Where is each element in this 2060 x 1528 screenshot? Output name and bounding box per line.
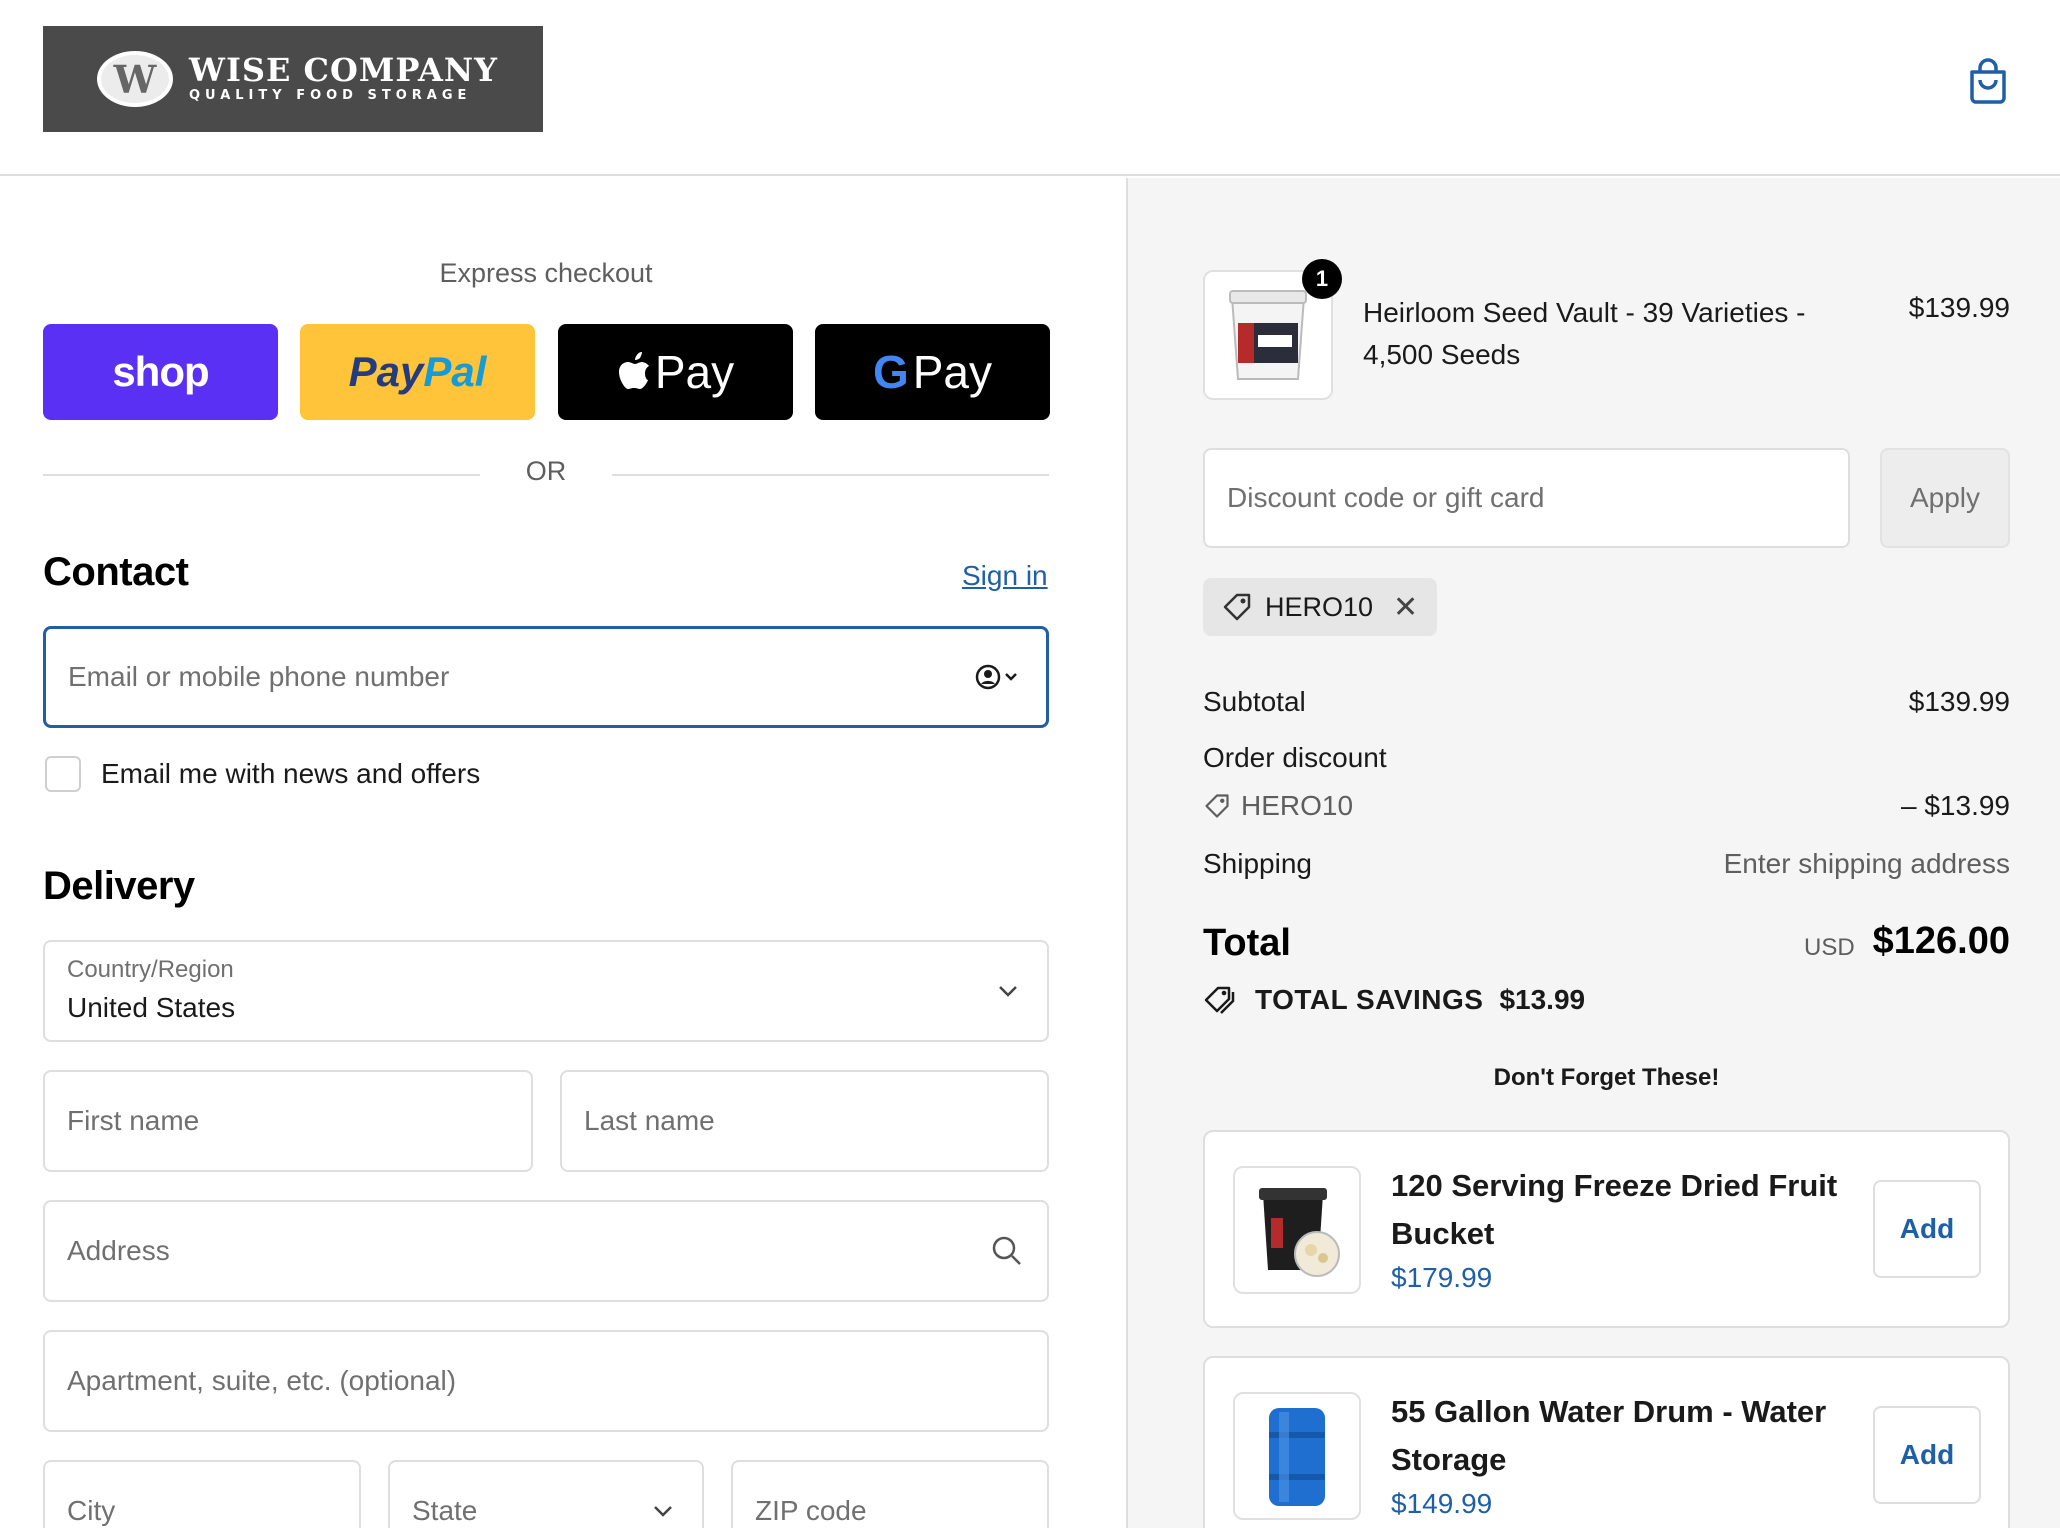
sign-in-link[interactable]: Sign in — [962, 560, 1048, 592]
google-pay-button[interactable]: G Pay — [815, 324, 1050, 420]
upsell-card: 120 Serving Freeze Dried Fruit Bucket $1… — [1203, 1130, 2010, 1328]
upsell-price: $149.99 — [1391, 1488, 1493, 1519]
discount-code-input[interactable]: Discount code or gift card — [1203, 448, 1850, 548]
logo-text: WISE COMPANY QUALITY FOOD STORAGE — [189, 53, 498, 105]
email-placeholder: Email or mobile phone number — [68, 661, 450, 692]
add-upsell-button[interactable]: Add — [1873, 1406, 1981, 1504]
product-price: $139.99 — [1908, 292, 2010, 323]
add-upsell-button[interactable]: Add — [1873, 1180, 1981, 1278]
upsell-thumbnail — [1233, 1166, 1361, 1294]
express-checkout-label: Express checkout — [439, 258, 653, 288]
shipping-value: Enter shipping address — [1723, 848, 2010, 879]
contact-heading: Contact — [43, 550, 189, 594]
header: W WISE COMPANY QUALITY FOOD STORAGE — [0, 0, 2060, 176]
subtotal-label: Subtotal — [1203, 686, 1306, 717]
upsell-name: 55 Gallon Water Drum - Water Storage — [1391, 1394, 1827, 1477]
paypal-button[interactable]: Pay Pal — [300, 324, 535, 420]
city-field[interactable]: City — [43, 1460, 361, 1528]
paypal-label-part1: Pay — [348, 348, 424, 395]
tags-icon — [1204, 986, 1235, 1014]
total-value: $126.00 — [1872, 920, 2010, 962]
order-discount-label: Order discount — [1203, 742, 1387, 773]
tag-icon — [1205, 794, 1229, 818]
state-placeholder: State — [412, 1495, 478, 1526]
total-savings: TOTAL SAVINGS $13.99 — [1203, 984, 1585, 1016]
account-dropdown-icon[interactable] — [974, 662, 1022, 692]
address-field[interactable]: Address — [43, 1200, 1049, 1302]
savings-label: TOTAL SAVINGS — [1255, 984, 1484, 1015]
last-name-placeholder: Last name — [584, 1105, 715, 1136]
logo-badge: W — [97, 51, 173, 107]
order-discount-row: Order discount — [1203, 742, 2010, 774]
search-icon — [992, 1236, 1021, 1265]
applied-code-label: HERO10 — [1265, 591, 1374, 622]
remove-code-icon[interactable]: ✕ — [1393, 590, 1418, 625]
news-checkbox[interactable] — [45, 756, 81, 792]
subtotal-row: Subtotal $139.99 — [1203, 686, 2010, 718]
upsell-card: 55 Gallon Water Drum - Water Storage $14… — [1203, 1356, 2010, 1528]
shopping-bag-icon[interactable] — [1968, 56, 2008, 104]
news-checkbox-label: Email me with news and offers — [101, 758, 481, 789]
zip-placeholder: ZIP code — [755, 1495, 867, 1526]
water-drum-image — [1269, 1408, 1325, 1506]
upsell-name: 120 Serving Freeze Dried Fruit Bucket — [1391, 1168, 1838, 1251]
logo-tagline: QUALITY FOOD STORAGE — [189, 88, 472, 103]
upsell-thumbnail — [1233, 1392, 1361, 1520]
zip-field[interactable]: ZIP code — [731, 1460, 1049, 1528]
apple-icon — [618, 352, 649, 389]
total-currency: USD — [1804, 934, 1855, 961]
shipping-row: Shipping Enter shipping address — [1203, 848, 2010, 880]
upsell-price: $179.99 — [1391, 1262, 1493, 1293]
quantity-badge: 1 — [1302, 259, 1342, 299]
city-placeholder: City — [67, 1495, 116, 1526]
shop-pay-label: shop — [112, 348, 209, 395]
country-value: United States — [67, 992, 236, 1023]
or-label: OR — [480, 456, 612, 487]
applied-code-tag: HERO10 ✕ — [1203, 578, 1437, 636]
checkout-form: Express checkout shop Pay Pal Pay G Pay O… — [0, 178, 1126, 1528]
address-placeholder: Address — [67, 1235, 170, 1266]
total-label: Total — [1203, 922, 1291, 964]
country-select[interactable]: Country/Region United States — [43, 940, 1049, 1042]
company-logo[interactable]: W WISE COMPANY QUALITY FOOD STORAGE — [43, 26, 543, 132]
last-name-field[interactable]: Last name — [560, 1070, 1049, 1172]
shop-pay-button[interactable]: shop — [43, 324, 278, 420]
discount-code-info: HERO10 — [1203, 790, 2010, 822]
chevron-down-icon — [999, 986, 1017, 997]
logo-name: WISE COMPANY — [189, 51, 498, 89]
email-field[interactable]: Email or mobile phone number — [43, 626, 1049, 728]
discount-code-label: HERO10 — [1241, 790, 1354, 821]
apple-pay-button[interactable]: Pay — [558, 324, 793, 420]
first-name-field[interactable]: First name — [43, 1070, 533, 1172]
subtotal-value: $139.99 — [1908, 686, 2010, 717]
fruit-bucket-image — [1259, 1188, 1340, 1277]
discount-value: – $13.99 — [1901, 790, 2010, 821]
google-g-icon: G — [872, 346, 909, 398]
paypal-label-part2: Pal — [423, 348, 487, 395]
savings-value: $13.99 — [1499, 984, 1586, 1015]
google-pay-label: Pay — [912, 346, 993, 398]
country-label: Country/Region — [67, 956, 234, 983]
first-name-placeholder: First name — [67, 1105, 200, 1136]
apple-pay-label: Pay — [654, 346, 735, 398]
apartment-placeholder: Apartment, suite, etc. (optional) — [67, 1365, 457, 1396]
discount-code-row: HERO10 – $13.99 — [1203, 790, 2010, 822]
tag-icon — [1223, 593, 1251, 621]
apartment-field[interactable]: Apartment, suite, etc. (optional) — [43, 1330, 1049, 1432]
product-name: Heirloom Seed Vault - 39 Varieties - 4,5… — [1363, 297, 1806, 370]
shipping-label: Shipping — [1203, 848, 1312, 879]
chevron-down-icon — [654, 1506, 672, 1517]
apply-button[interactable]: Apply — [1880, 448, 2010, 548]
seed-bucket-image — [1229, 290, 1307, 380]
state-select[interactable]: State — [388, 1460, 704, 1528]
upsell-heading: Don't Forget These! — [1493, 1064, 1720, 1091]
delivery-heading: Delivery — [43, 864, 195, 908]
discount-placeholder: Discount code or gift card — [1227, 482, 1545, 513]
